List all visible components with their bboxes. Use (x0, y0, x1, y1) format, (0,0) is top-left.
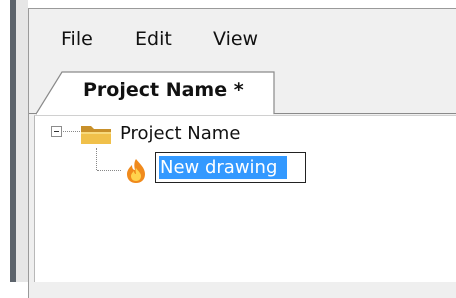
tree-connector (63, 131, 80, 132)
menu-edit[interactable]: Edit (135, 28, 172, 50)
window-edge-light (16, 0, 28, 282)
menu-file[interactable]: File (61, 28, 93, 50)
flame-icon (125, 158, 147, 184)
tree-connector (97, 170, 121, 171)
tree-root-label[interactable]: Project Name (120, 123, 240, 144)
tree-connector (96, 148, 97, 170)
rename-input[interactable] (159, 156, 287, 179)
app-window: File Edit View Project Name * Project Na… (0, 0, 456, 298)
folder-icon (80, 123, 112, 145)
tab-project-label: Project Name * (83, 79, 244, 101)
menu-view[interactable]: View (213, 28, 258, 50)
collapse-toggle[interactable] (51, 126, 62, 137)
